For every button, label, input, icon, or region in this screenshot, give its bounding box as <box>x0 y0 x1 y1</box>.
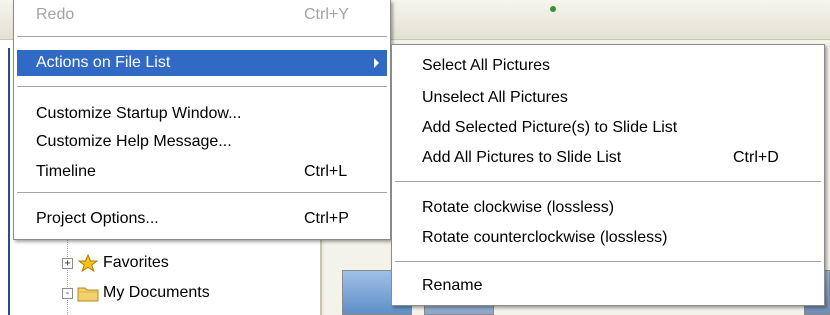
main-menu: Redo Ctrl+Y Actions on File List Customi… <box>13 0 391 240</box>
menu-item-customize-startup-window[interactable]: Customize Startup Window... <box>17 101 387 127</box>
menu-item-label: Rename <box>422 277 483 294</box>
menu-item-shortcut: Ctrl+D <box>733 149 779 166</box>
submenu-arrow-icon <box>374 58 379 68</box>
menu-item-timeline[interactable]: Timeline Ctrl+L <box>17 159 387 185</box>
menu-item-label: Actions on File List <box>36 54 171 71</box>
menu-separator <box>17 86 387 88</box>
menu-item-project-options[interactable]: Project Options... Ctrl+P <box>17 206 387 232</box>
status-dot-icon <box>550 6 556 12</box>
tree-item-label: Favorites <box>103 254 169 271</box>
collapse-icon[interactable]: - <box>62 287 73 299</box>
expand-icon[interactable]: + <box>62 257 73 269</box>
menu-item-unselect-all-pictures[interactable]: Unselect All Pictures <box>395 85 821 111</box>
folder-icon <box>77 284 99 302</box>
menu-separator <box>17 192 387 194</box>
menu-item-label: Timeline <box>36 163 96 180</box>
menu-separator <box>17 36 387 38</box>
app-window: + Favorites - My Documents Redo Ctrl+Y A… <box>0 0 830 315</box>
menu-item-customize-help-message[interactable]: Customize Help Message... <box>17 129 387 155</box>
menu-item-label: Customize Startup Window... <box>36 105 242 122</box>
menu-item-label: Unselect All Pictures <box>422 89 568 106</box>
menu-separator <box>395 261 821 263</box>
tree-item-my-documents[interactable]: - My Documents <box>62 282 210 304</box>
menu-item-label: Rotate clockwise (lossless) <box>422 199 615 216</box>
menu-item-shortcut: Ctrl+P <box>304 210 349 227</box>
menu-item-label: Add All Pictures to Slide List <box>422 149 622 166</box>
menu-item-shortcut: Ctrl+Y <box>304 6 349 23</box>
menu-item-add-all-to-slide-list[interactable]: Add All Pictures to Slide List Ctrl+D <box>395 145 821 171</box>
star-folder-icon <box>77 253 99 273</box>
menu-item-rotate-clockwise[interactable]: Rotate clockwise (lossless) <box>395 195 821 221</box>
menu-item-label: Customize Help Message... <box>36 133 232 150</box>
menu-item-rotate-counterclockwise[interactable]: Rotate counterclockwise (lossless) <box>395 225 821 251</box>
menu-item-label: Select All Pictures <box>422 57 551 74</box>
menu-item-label: Add Selected Picture(s) to Slide List <box>422 119 678 136</box>
pane-edge <box>8 48 10 315</box>
tree-item-label: My Documents <box>103 284 210 301</box>
menu-item-label: Rotate counterclockwise (lossless) <box>422 229 668 246</box>
actions-submenu: Select All Pictures Unselect All Picture… <box>391 44 825 306</box>
menu-item-label: Project Options... <box>36 210 159 227</box>
menu-item-redo: Redo Ctrl+Y <box>17 2 387 28</box>
menu-item-actions-on-file-list[interactable]: Actions on File List <box>17 50 387 76</box>
menu-item-label: Redo <box>36 6 75 23</box>
menu-item-shortcut: Ctrl+L <box>304 163 348 180</box>
tree-item-favorites[interactable]: + Favorites <box>62 252 169 274</box>
menu-item-add-selected-to-slide-list[interactable]: Add Selected Picture(s) to Slide List <box>395 115 821 141</box>
menu-item-rename[interactable]: Rename <box>395 273 821 299</box>
menu-item-select-all-pictures[interactable]: Select All Pictures <box>395 53 821 79</box>
menu-separator <box>395 181 821 183</box>
